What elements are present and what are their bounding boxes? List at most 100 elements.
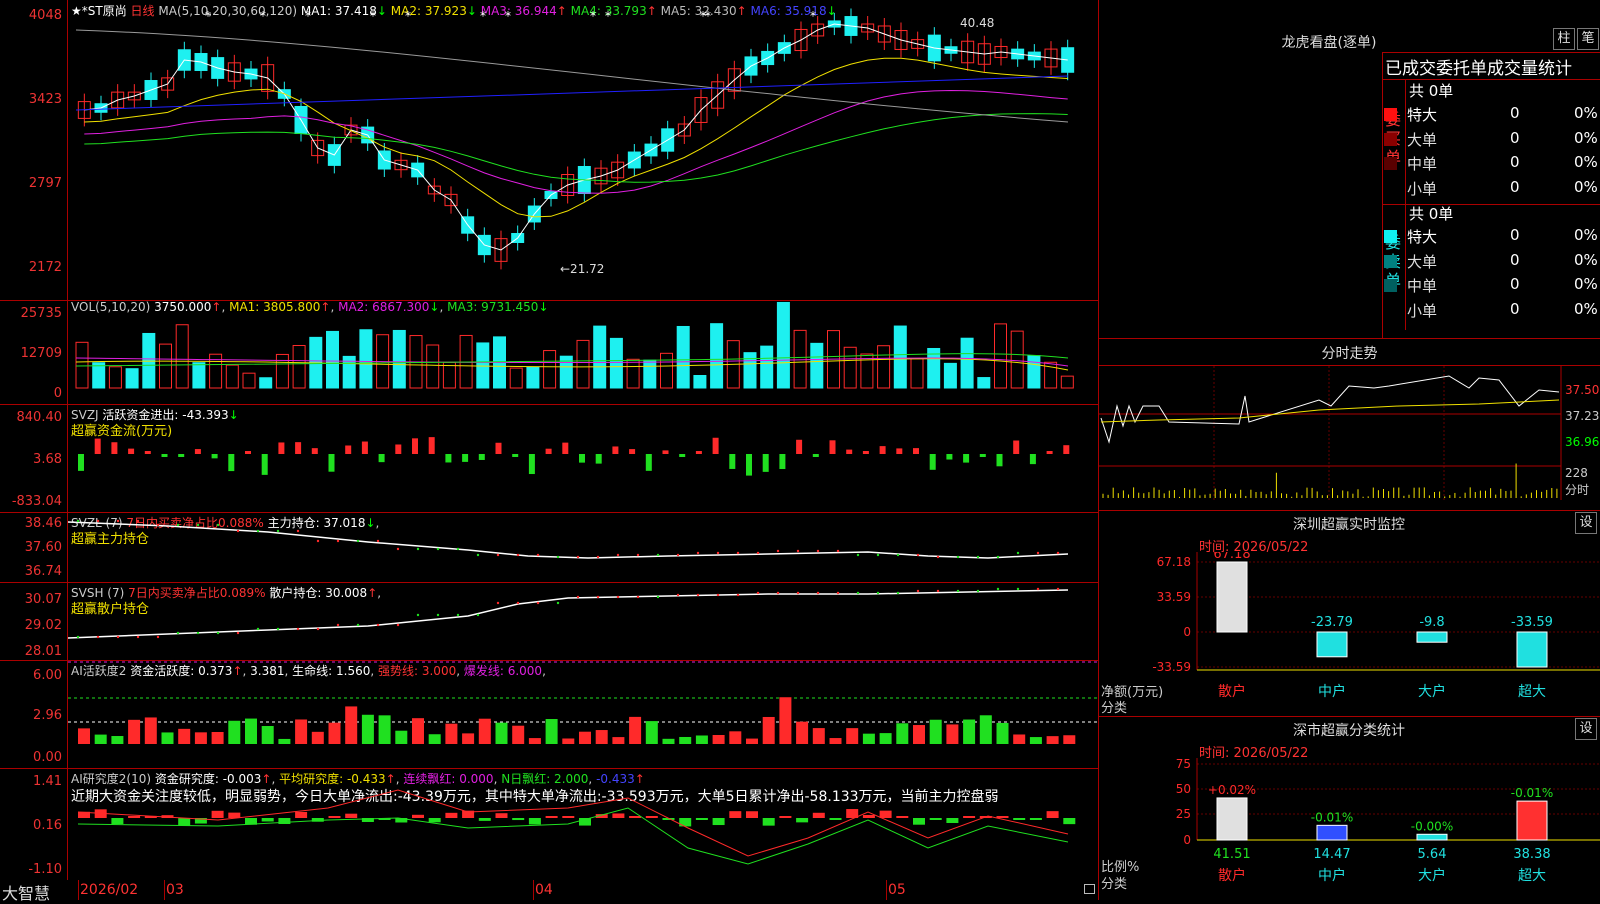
flow-bar <box>879 446 886 454</box>
retail-holding-dot <box>76 635 80 639</box>
buy-row-name: 中单 <box>1407 155 1438 173</box>
volume-bar <box>660 352 673 389</box>
retail-holding-dot <box>856 591 860 595</box>
main-holding-dot <box>816 549 820 553</box>
retail-holding-dot <box>396 623 400 627</box>
date-label-3: 04 <box>535 882 553 898</box>
svsh-axis-2: 29.02 <box>24 618 62 633</box>
flow-bar <box>695 451 702 454</box>
buy-row-count: 0 <box>1510 177 1520 196</box>
retail-holding-dot <box>276 627 280 631</box>
research-bar <box>645 816 658 818</box>
flow-bar <box>345 445 352 454</box>
volume-bar <box>994 323 1007 389</box>
research-bar <box>812 812 825 818</box>
volume-chart[interactable] <box>68 300 1098 404</box>
ratio-chart[interactable]: 75 50 25 0 +0.02% 41.51 散户 -0.01% 14.47 中户 -0.00% 5… <box>1099 758 1600 900</box>
brand-label[interactable]: 大智慧 <box>2 880 50 904</box>
main-holding-dot <box>896 553 900 557</box>
sell-color-swatch <box>1384 230 1397 243</box>
buy-color-swatch <box>1384 108 1397 121</box>
activity-bar <box>829 738 842 744</box>
flow-bar <box>1013 440 1020 454</box>
volume-bar <box>426 344 440 389</box>
research-bar <box>1046 811 1059 818</box>
activity-bar <box>562 738 575 744</box>
monitor1-settings-button[interactable]: 设 <box>1575 512 1597 534</box>
volume-bar <box>142 332 156 389</box>
activity-chart[interactable] <box>68 660 1098 768</box>
pen-tab-button[interactable]: 笔 <box>1577 28 1599 50</box>
retail-holding-dot <box>996 587 1000 591</box>
main-holding-dot <box>296 529 300 533</box>
fund-flow-chart[interactable] <box>68 404 1098 512</box>
volume-bar <box>259 377 273 389</box>
volume-pane[interactable]: VOL(5,10,20) 3750.000↑, MA1: 3805.800↑, … <box>0 300 1098 405</box>
activity-bar <box>679 736 692 744</box>
volume-bar <box>943 362 957 389</box>
sell-row-name: 小单 <box>1407 301 1438 320</box>
retail-holding-dot <box>976 589 980 593</box>
main-holding-line[interactable] <box>68 512 1098 582</box>
monitor2-bar-散户 <box>1216 797 1248 841</box>
retail-holding-dot <box>316 627 320 631</box>
flow-bar <box>712 437 719 454</box>
main-holding-dot <box>796 549 800 553</box>
research-chart[interactable] <box>68 768 1098 880</box>
volume-bar <box>793 329 807 389</box>
retail-holding-dot <box>376 623 380 627</box>
flow-bar <box>779 454 786 470</box>
activity-bar <box>528 738 541 744</box>
main-holding-dot <box>96 519 100 523</box>
monitor2-title: 深市超赢分类统计 <box>1293 723 1405 739</box>
activity-bar <box>512 725 525 744</box>
net-amount-chart[interactable]: 67.18 33.59 0 -33.59 67.18 散户 -23.79 中户 -9.8 大户 -3… <box>1099 552 1600 712</box>
main-holding-dot <box>216 523 220 527</box>
research-bar <box>512 818 525 821</box>
event-star-icon: * <box>480 9 486 23</box>
monitor1-category: 中户 <box>1318 683 1346 700</box>
main-holding-dot <box>496 553 500 557</box>
retail-holding-line[interactable] <box>68 582 1098 660</box>
ai-activity-pane[interactable]: AI活跃度2 资金活跃度: 0.373↑, 3.381, 生命线: 1.560,… <box>0 660 1098 769</box>
lock-icon[interactable] <box>1084 884 1095 894</box>
volume-bar <box>877 345 891 389</box>
svzj-pane[interactable]: SVZJ 活跃资金进出: -43.393↓ 超赢资金流(万元) 840.40 3… <box>0 404 1098 513</box>
research-pane[interactable]: AI研究度2(10) 资金研究度: -0.003↑, 平均研究度: -0.433… <box>0 768 1098 881</box>
main-holding-dot <box>836 549 840 553</box>
activity-bar <box>779 697 792 744</box>
volume-bar <box>509 367 523 389</box>
candlestick-chart[interactable]: * * * * * * * * * * * * <box>68 0 1098 300</box>
flow-bar <box>979 454 986 457</box>
monitor2-settings-button[interactable]: 设 <box>1575 718 1597 740</box>
bar-tab-button[interactable]: 柱 <box>1553 28 1575 50</box>
main-holding-dot <box>956 555 960 559</box>
monitor2-bar-label: 14.47 <box>1313 847 1350 862</box>
volume-bar <box>125 368 139 389</box>
volume-bar <box>1010 330 1024 389</box>
price-axis-3: 2797 <box>28 176 62 191</box>
main-holding-dot <box>736 551 740 555</box>
svzl-pane[interactable]: SVZL (7) 7日内买卖净占比0.088% 主力持仓: 37.018↓, 超… <box>0 512 1098 583</box>
intraday-chart[interactable] <box>1099 366 1600 500</box>
buy-row-name: 小单 <box>1407 179 1438 198</box>
main-holding-dot <box>536 553 540 557</box>
activity-bar <box>545 719 558 744</box>
svsh-pane[interactable]: SVSH (7) 7日内买卖净占比0.089% 散户持仓: 30.008↑, 超… <box>0 582 1098 661</box>
main-holding-dot <box>196 523 200 527</box>
price-axis-1: 4048 <box>28 8 62 23</box>
activity-bar <box>629 716 642 744</box>
price-axis-4: 2172 <box>28 260 62 275</box>
price-pane[interactable]: ★*ST原尚 日线 MA(5,10,20,30,60,120) MA1: 37.… <box>0 0 1098 301</box>
activity-bar <box>846 728 859 744</box>
activity-bar <box>178 728 191 744</box>
main-holding-dot <box>516 553 520 557</box>
flow-bar <box>629 449 636 454</box>
flow-bar <box>495 442 502 454</box>
main-holding-dot <box>916 553 920 557</box>
volume-bar <box>359 329 373 389</box>
flow-bar <box>245 451 251 454</box>
retail-holding-dot <box>696 593 700 597</box>
event-star-icon: * <box>405 9 411 23</box>
retail-holding-dot <box>536 601 540 605</box>
